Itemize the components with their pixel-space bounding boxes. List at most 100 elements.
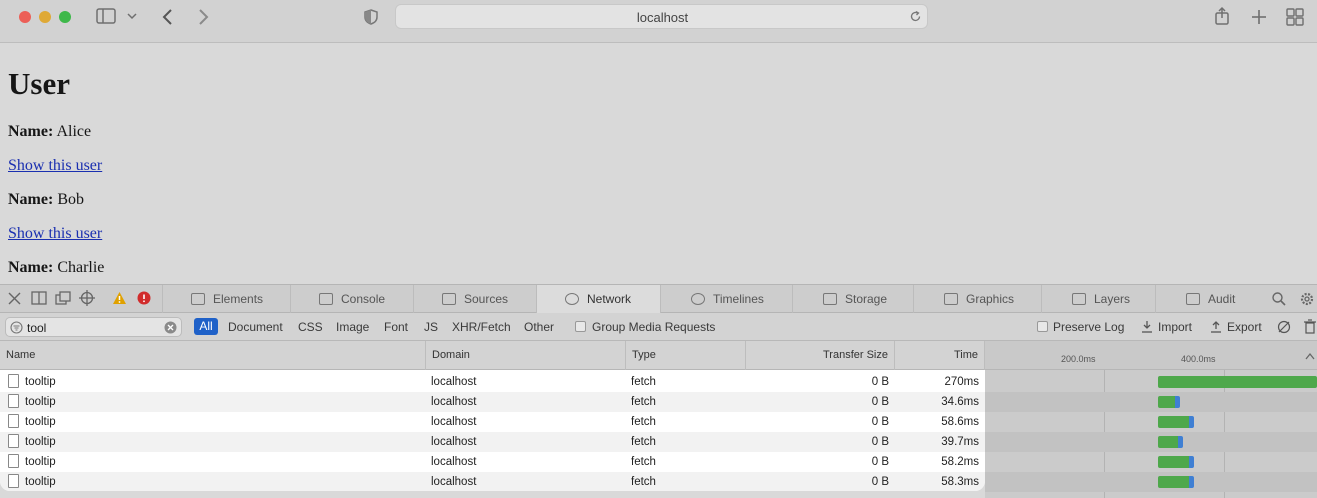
request-domain: localhost [431, 396, 477, 408]
url-text: localhost [636, 10, 689, 25]
reload-icon[interactable] [909, 10, 922, 28]
waterfall-row [985, 392, 1317, 412]
detach-window-icon[interactable] [55, 291, 71, 310]
tab-label: Console [341, 292, 386, 306]
request-size: 0 B [871, 476, 889, 488]
minimize-window-button[interactable] [39, 11, 51, 23]
request-domain: localhost [431, 476, 477, 488]
import-icon[interactable] [1141, 320, 1153, 336]
name-label: Name: [8, 191, 54, 208]
show-user-link[interactable]: Show this user [8, 225, 102, 243]
request-domain: localhost [431, 416, 477, 428]
shield-icon[interactable] [361, 8, 381, 26]
tab-network[interactable]: Network [536, 285, 660, 313]
request-domain: localhost [431, 456, 477, 468]
timing-bar[interactable] [1158, 456, 1193, 468]
column-header-domain[interactable]: Domain [426, 341, 626, 370]
filter-all-button[interactable]: All [194, 318, 218, 335]
export-icon[interactable] [1210, 320, 1222, 336]
waterfall-row [985, 412, 1317, 432]
timing-bar-end [1177, 436, 1183, 448]
tab-graphics[interactable]: Graphics [913, 285, 1041, 313]
tab-sources[interactable]: Sources [413, 285, 536, 313]
page-title: User [8, 66, 70, 101]
error-icon[interactable] [137, 291, 151, 310]
preserve-log-checkbox[interactable] [1037, 321, 1048, 332]
zoom-window-button[interactable] [59, 11, 71, 23]
address-bar[interactable]: localhost [395, 4, 928, 29]
filter-document-button[interactable]: Document [228, 320, 283, 334]
back-icon[interactable] [158, 8, 178, 26]
filter-js-button[interactable]: JS [424, 320, 438, 334]
timing-bar[interactable] [1158, 476, 1193, 488]
tab-audit[interactable]: Audit [1155, 285, 1265, 313]
filter-xhr-fetch-button[interactable]: XHR/Fetch [452, 320, 511, 334]
column-header-name[interactable]: Name [0, 341, 426, 370]
close-window-button[interactable] [19, 11, 31, 23]
close-devtools-icon[interactable] [8, 292, 21, 310]
timing-bar-end [1188, 476, 1194, 488]
timelines-icon [691, 293, 705, 305]
forward-icon[interactable] [193, 8, 213, 26]
group-media-label: Group Media Requests [592, 320, 716, 334]
dock-side-icon[interactable] [31, 291, 47, 310]
filter-other-button[interactable]: Other [524, 320, 554, 334]
waterfall-panel [985, 370, 1317, 498]
user-name: Charlie [57, 259, 105, 276]
group-media-checkbox[interactable] [575, 321, 586, 332]
table-row[interactable]: tooltip localhost fetch 0 B 39.7ms [0, 432, 985, 452]
network-filter-bar: tool All Document CSS Image Font JS XHR/… [0, 313, 1317, 341]
chevron-down-icon[interactable] [126, 8, 138, 26]
table-row[interactable]: tooltip localhost fetch 0 B 34.6ms [0, 392, 985, 412]
timing-bar-end [1189, 416, 1195, 428]
disable-caches-icon[interactable] [1277, 320, 1291, 337]
clear-network-log-icon[interactable] [1303, 319, 1317, 337]
table-row[interactable]: tooltip localhost fetch 0 B 58.2ms [0, 452, 985, 472]
filter-input[interactable]: tool [5, 317, 182, 337]
column-header-transfer-size[interactable]: Transfer Size [746, 341, 895, 370]
column-header-time[interactable]: Time [895, 341, 985, 370]
table-row[interactable]: tooltip localhost fetch 0 B 270ms [0, 372, 985, 392]
table-row[interactable]: tooltip localhost fetch 0 B 58.3ms [0, 472, 985, 491]
tab-overview-icon[interactable] [1285, 8, 1305, 26]
request-size: 0 B [871, 396, 889, 408]
timing-bar-end [1174, 396, 1180, 408]
tab-storage[interactable]: Storage [792, 285, 913, 313]
inspect-element-icon[interactable] [79, 290, 95, 311]
filter-css-button[interactable]: CSS [298, 320, 323, 334]
table-row[interactable]: tooltip localhost fetch 0 B 58.6ms [0, 412, 985, 432]
column-header-type[interactable]: Type [626, 341, 746, 370]
tab-timelines[interactable]: Timelines [660, 285, 792, 313]
tab-elements[interactable]: Elements [162, 285, 290, 313]
request-size: 0 B [871, 376, 889, 388]
user-name-line: Name: Alice [8, 123, 91, 141]
chevron-up-icon[interactable] [1305, 352, 1315, 362]
tab-layers[interactable]: Layers [1041, 285, 1155, 313]
warning-icon[interactable] [112, 291, 127, 310]
file-icon [8, 474, 19, 488]
filter-image-button[interactable]: Image [336, 320, 369, 334]
waterfall-header: 200.0ms 400.0ms [985, 341, 1317, 370]
search-icon[interactable] [1272, 292, 1286, 311]
timing-bar[interactable] [1158, 376, 1317, 388]
tab-label: Storage [845, 292, 888, 306]
tab-label: Sources [464, 292, 509, 306]
timeline-tick-label: 200.0ms [1061, 354, 1096, 364]
tab-console[interactable]: Console [290, 285, 413, 313]
sidebar-toggle-icon[interactable] [96, 8, 116, 26]
clear-filter-icon[interactable] [164, 321, 177, 337]
export-button[interactable]: Export [1227, 320, 1262, 334]
gear-icon[interactable] [1299, 291, 1315, 312]
file-icon [8, 394, 19, 408]
sources-icon [442, 293, 456, 305]
show-user-link[interactable]: Show this user [8, 157, 102, 175]
share-icon[interactable] [1212, 6, 1232, 25]
elements-icon [191, 293, 205, 305]
request-name: tooltip [25, 396, 56, 408]
filter-font-button[interactable]: Font [384, 320, 408, 334]
new-tab-icon[interactable] [1249, 8, 1269, 26]
waterfall-row [985, 472, 1317, 492]
request-size: 0 B [871, 436, 889, 448]
import-button[interactable]: Import [1158, 320, 1192, 334]
timing-bar[interactable] [1158, 416, 1194, 428]
